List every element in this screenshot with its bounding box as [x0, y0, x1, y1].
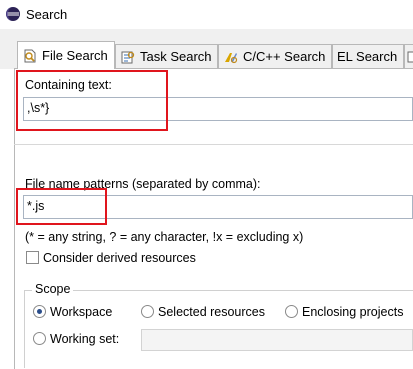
tab-label: File Search	[42, 48, 108, 63]
tab-cpp-search[interactable]: C/C++ Search	[218, 44, 332, 68]
file-patterns-hint: (* = any string, ? = any character, !x =…	[25, 230, 304, 244]
tab-label: EL Search	[337, 49, 398, 64]
workspace-label: Workspace	[50, 305, 113, 319]
scope-title: Scope	[32, 282, 74, 296]
selected-resources-label: Selected resources	[158, 305, 266, 319]
working-set-radio[interactable]	[33, 332, 46, 345]
divider	[14, 144, 413, 145]
eclipse-icon	[6, 7, 20, 21]
tab-overflow[interactable]	[404, 44, 413, 68]
tab-label: C/C++ Search	[243, 49, 326, 64]
working-set-field[interactable]	[141, 329, 413, 351]
window-title: Search	[26, 7, 68, 22]
highlight-box-file-patterns	[16, 188, 107, 225]
title-bar: Search	[0, 0, 413, 30]
tab-el-search[interactable]: EL Search	[332, 44, 404, 68]
highlight-box-containing-text	[16, 70, 168, 131]
file-search-icon	[24, 49, 36, 62]
consider-derived-checkbox[interactable]	[26, 251, 39, 264]
tab-file-search[interactable]: File Search	[17, 41, 115, 69]
selected-resources-radio[interactable]	[141, 305, 154, 318]
workspace-radio[interactable]	[33, 305, 46, 318]
working-set-label: Working set:	[50, 332, 120, 346]
tab-task-search[interactable]: Task Search	[115, 44, 218, 68]
enclosing-projects-radio[interactable]	[285, 305, 298, 318]
cpp-search-icon	[225, 52, 238, 63]
tab-label: Task Search	[140, 49, 212, 64]
task-search-icon	[121, 51, 135, 63]
consider-derived-label: Consider derived resources	[43, 251, 196, 265]
tab-overflow-icon	[407, 51, 413, 62]
enclosing-projects-label: Enclosing projects	[302, 305, 404, 319]
